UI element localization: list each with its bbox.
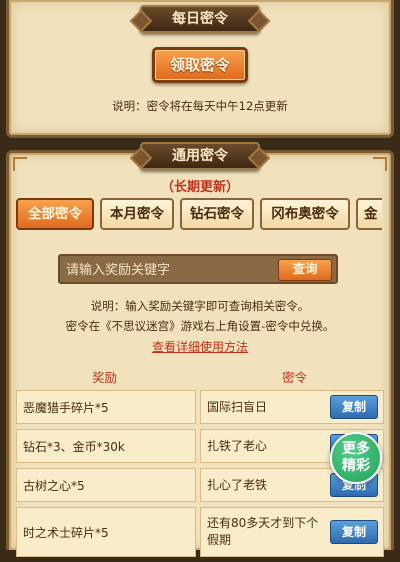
float-button-line1: 更多 [342,441,370,457]
table-row: 古树之心*5 扎心了老铁 复制 [16,468,384,502]
tab-diamond-codes[interactable]: 钻石密令 [180,198,254,230]
search-note-line1: 说明：输入奖励关键字即可查询相关密令。 [90,299,310,313]
table-row: 恶魔猎手碎片*5 国际扫盲日 复制 [16,390,384,424]
code-column-header: 密令 [282,370,308,385]
reward-cell: 古树之心*5 [16,468,196,502]
reward-keyword-input[interactable] [64,259,280,281]
table-row: 时之术士碎片*5 还有80多天才到下个假期 复制 [16,507,384,557]
corner-ornament-icon [373,157,387,171]
code-category-tabs: 全部密令 本月密令 钻石密令 冈布奥密令金 [16,198,382,234]
reward-cell: 恶魔猎手碎片*5 [16,390,196,424]
long-term-subtitle: （长期更新） [160,180,239,195]
code-table: 恶魔猎手碎片*5 国际扫盲日 复制 钻石*3、金币*30k 扎铁了老心 复制 古… [16,390,384,562]
secret-code-page: 每日密令 领取密令 说明：密令将在每天中午12点更新 通用密令 （长期更新） 全… [0,0,400,557]
daily-note: 说明：密令将在每天中午12点更新 [112,99,288,113]
tab-gumball-codes[interactable]: 冈布奥密令 [260,198,350,230]
table-row: 钻石*3、金币*30k 扎铁了老心 复制 [16,429,384,463]
search-button[interactable]: 查询 [278,259,332,281]
general-title: 通用密令 [140,142,260,170]
corner-ornament-icon [13,157,27,171]
tab-gold-codes[interactable]: 金 [356,198,382,230]
float-button-line2: 精彩 [342,458,370,474]
copy-button[interactable]: 复制 [330,520,378,544]
copy-button[interactable]: 复制 [330,395,378,419]
reward-column-header: 奖励 [92,370,118,385]
detailed-usage-link[interactable]: 查看详细使用方法 [0,338,400,355]
tab-monthly-codes[interactable]: 本月密令 [100,198,174,230]
tab-all-codes[interactable]: 全部密令 [16,198,94,230]
search-note-line2: 密令在《不思议迷宫》游戏右上角设置-密令中兑换。 [65,319,335,333]
more-highlights-float-button[interactable]: 更多 精彩 [330,432,382,484]
reward-cell: 钻石*3、金币*30k [16,429,196,463]
reward-cell: 时之术士碎片*5 [16,507,196,557]
daily-title: 每日密令 [140,5,260,33]
search-bar: 查询 [58,254,338,284]
claim-code-button[interactable]: 领取密令 [152,47,248,83]
